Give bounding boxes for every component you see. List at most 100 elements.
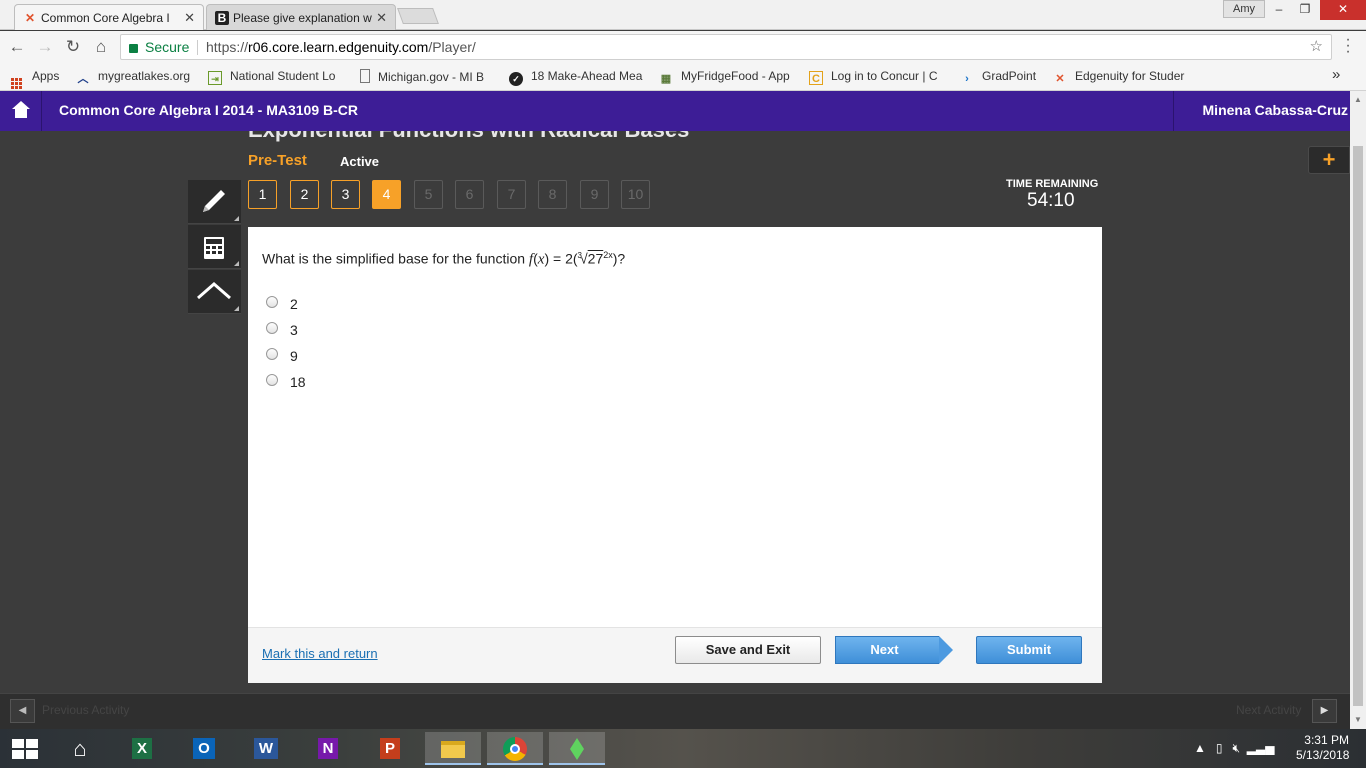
scrollbar-thumb[interactable] [1353,146,1363,706]
question-number-2[interactable]: 2 [290,180,319,209]
save-and-exit-button[interactable]: Save and Exit [675,636,821,664]
back-arrow-icon[interactable]: ← [6,36,28,58]
bookmark-mygreatlakes[interactable]: ︿ mygreatlakes.org [76,69,191,86]
question-number-3[interactable]: 3 [331,180,360,209]
battery-icon[interactable]: ▯ [1216,741,1223,755]
close-tab-icon[interactable]: ✕ [376,10,387,26]
tab-common-core-algebra[interactable]: ✕ Common Core Algebra I ✕ [14,4,204,30]
page-scrollbar[interactable]: ▲ ▼ [1350,91,1366,729]
home-icon[interactable]: ⌂ [62,732,98,765]
concur-icon: C [809,71,823,85]
windows-start-icon[interactable] [12,739,38,759]
answer-choice-4[interactable]: 18 [266,373,386,393]
bookmark-gradpoint[interactable]: › GradPoint [960,69,1036,86]
mark-and-return-link[interactable]: Mark this and return [262,646,378,661]
gradpoint-icon: › [965,73,969,85]
url-text[interactable]: https://r06.core.learn.edgenuity.com/Pla… [206,35,476,59]
radio-button[interactable] [266,348,278,360]
close-tab-icon[interactable]: ✕ [184,10,195,26]
next-button[interactable]: Next [835,636,953,664]
test-status: Active [340,154,380,169]
expand-plus-button[interactable]: + [1308,146,1350,174]
question-number-4[interactable]: 4 [372,180,401,209]
submit-button[interactable]: Submit [976,636,1082,664]
bookmarks-overflow[interactable]: » [1332,66,1340,83]
brainly-b-icon: B [215,11,229,25]
bookmark-label: GradPoint [982,69,1037,83]
url-separator [197,40,198,55]
radicand: 27 [587,250,604,267]
bookmark-concur[interactable]: C Log in to Concur | C [809,69,947,85]
scroll-up-icon[interactable]: ▲ [1353,95,1363,104]
bookmark-national-student-loan[interactable]: ⇥ National Student Lo [208,69,344,85]
bookmark-make-ahead-meals[interactable]: ✓ 18 Make-Ahead Mea [509,69,647,86]
volume-muted-icon[interactable]: 🔇︎ [1233,741,1241,755]
scroll-down-icon[interactable]: ▼ [1353,715,1363,724]
secure-indicator[interactable]: Secure [129,35,189,59]
radio-button[interactable] [266,322,278,334]
user-name[interactable]: Minena Cabassa-Cruz [1203,102,1348,118]
home-button[interactable] [0,91,42,131]
url-prefix: https:// [206,39,249,55]
page-icon [360,69,370,83]
bookmarks-bar: Apps ︿ mygreatlakes.org ⇥ National Student… [0,63,1366,91]
system-tray[interactable]: ▲ ▯ 🔇︎ ▂▃▅ [1194,741,1274,756]
answer-label[interactable]: 3 [290,322,298,338]
answer-choice-2[interactable]: 3 [266,321,386,341]
network-signal-icon[interactable]: ▂▃▅ [1247,741,1275,755]
answer-choice-1[interactable]: 2 [266,295,386,315]
sims-plumbob-icon[interactable] [549,732,605,765]
bookmark-myfridgefood[interactable]: ▦ MyFridgeFood - App [659,69,795,86]
apps-grid-icon [11,78,22,89]
address-bar[interactable]: Secure https://r06.core.learn.edgenuity.… [120,34,1332,60]
bookmark-label: mygreatlakes.org [98,69,191,83]
pencil-icon [203,190,225,212]
previous-activity-label: Previous Activity [42,703,130,717]
maximize-icon[interactable]: ❐ [1292,0,1318,20]
bookmark-apps[interactable]: Apps [11,69,59,89]
powerpoint-icon[interactable]: P [372,732,408,765]
radio-button[interactable] [266,296,278,308]
close-window-icon[interactable]: ✕ [1320,0,1366,20]
onenote-icon[interactable]: N [310,732,346,765]
test-type: Pre-Test [248,152,307,169]
word-icon[interactable]: W [248,732,284,765]
root-index: 3 [577,250,582,260]
question-equals: = 2( [549,250,578,267]
chrome-icon[interactable] [487,732,543,765]
fridge-icon: ▦ [660,73,672,85]
calculator-tool-button[interactable] [188,225,241,269]
previous-activity-button[interactable]: ◀ [10,699,35,723]
window-user-badge[interactable]: Amy [1223,0,1265,18]
file-explorer-icon[interactable] [425,732,481,765]
reload-icon[interactable]: ↻ [62,36,84,58]
bookmark-edgenuity-students[interactable]: ✕ Edgenuity for Studer [1053,69,1189,86]
answer-label[interactable]: 2 [290,296,298,312]
chevron-left-icon: ◀ [18,705,27,716]
timer-value: 54:10 [1027,190,1075,211]
bookmark-star-icon[interactable]: ☆ [1310,35,1323,59]
reference-caret-icon [197,282,231,300]
show-hidden-icons-icon[interactable]: ▲ [1194,741,1206,755]
pencil-tool-button[interactable] [188,180,241,224]
reference-tool-button[interactable] [188,270,241,314]
system-clock[interactable]: 3:31 PM 5/13/2018 [1296,733,1349,763]
question-footer: Mark this and return Save and Exit Next … [248,627,1102,683]
new-tab-button[interactable] [397,8,439,24]
forward-arrow-icon[interactable]: → [34,36,56,58]
browser-tab-strip: ✕ Common Core Algebra I ✕ B Please give … [0,0,1366,30]
answer-label[interactable]: 9 [290,348,298,364]
answer-label[interactable]: 18 [290,374,306,390]
bookmark-label: Apps [32,69,60,83]
bookmark-michigan-gov[interactable]: Michigan.gov - MI B [360,69,494,84]
answer-choice-3[interactable]: 9 [266,347,386,367]
outlook-icon[interactable]: O [186,732,222,765]
radio-button[interactable] [266,374,278,386]
home-icon[interactable]: ⌂ [90,36,112,58]
question-number-1[interactable]: 1 [248,180,277,209]
next-activity-button[interactable]: ▶ [1312,699,1337,723]
tab-please-give-explanation[interactable]: B Please give explanation w ✕ [206,4,396,30]
minimize-icon[interactable]: – [1266,0,1292,20]
excel-icon[interactable]: X [124,732,160,765]
browser-menu-icon[interactable]: · · · [1344,32,1352,60]
